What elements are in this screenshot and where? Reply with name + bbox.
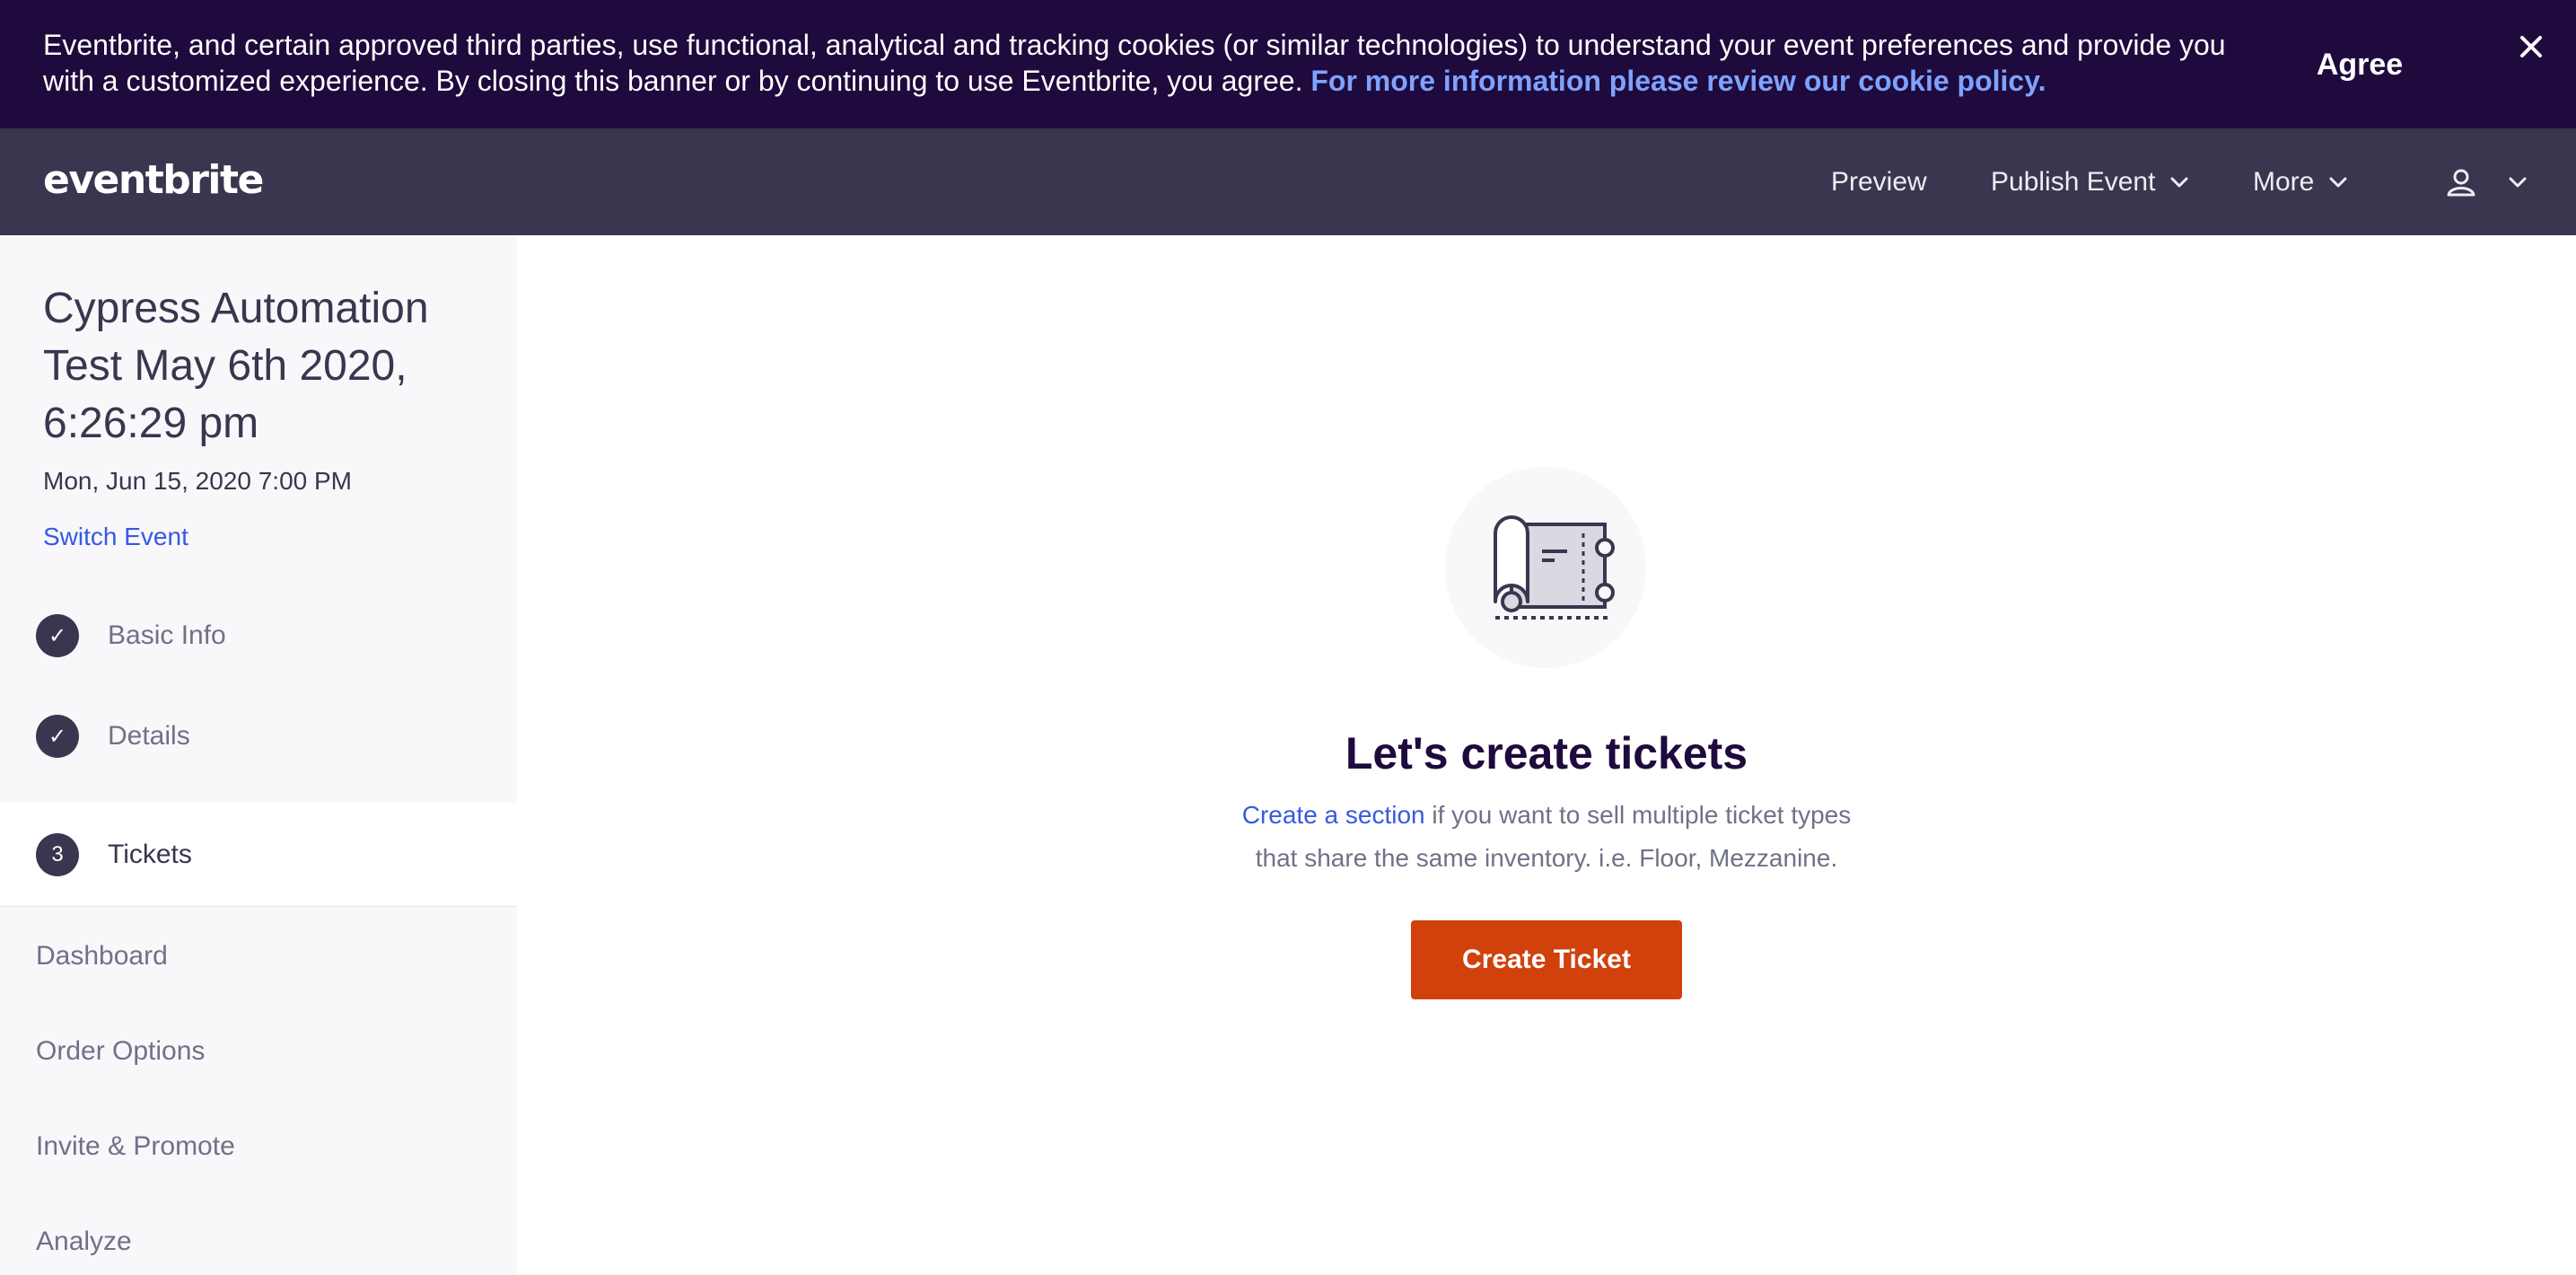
- top-nav-bar: eventbrite Preview Publish Event More: [0, 128, 2576, 235]
- preview-link[interactable]: Preview: [1831, 128, 1927, 235]
- ticket-icon: [1494, 515, 1615, 620]
- event-date: Mon, Jun 15, 2020 7:00 PM: [43, 467, 352, 495]
- sidebar-step-tickets[interactable]: 3 Tickets: [0, 803, 517, 907]
- create-ticket-button[interactable]: Create Ticket: [1411, 920, 1682, 999]
- user-icon: [2447, 169, 2475, 196]
- preview-label: Preview: [1831, 166, 1927, 197]
- sidebar-step-details[interactable]: ✓ Details: [0, 686, 517, 787]
- desc-text-2: that share the same inventory. i.e. Floo…: [1255, 844, 1838, 872]
- switch-event-link[interactable]: Switch Event: [43, 523, 188, 551]
- step-label: Tickets: [108, 839, 192, 869]
- eventbrite-logo[interactable]: eventbrite: [43, 157, 264, 203]
- sidebar: Cypress Automation Test May 6th 2020, 6:…: [0, 235, 517, 1275]
- publish-event-menu[interactable]: Publish Event: [1991, 128, 2189, 235]
- cookie-text: Eventbrite, and certain approved third p…: [43, 27, 2233, 99]
- cookie-banner: Eventbrite, and certain approved third p…: [0, 0, 2576, 128]
- page-title: Let's create tickets: [1345, 728, 1748, 778]
- tickets-description: Create a section if you want to sell mul…: [517, 794, 2576, 880]
- main-content: Let's create tickets Create a section if…: [517, 235, 2576, 1275]
- step-label: Details: [108, 721, 190, 751]
- sidebar-item-order-options[interactable]: Order Options: [36, 1036, 205, 1067]
- check-icon: ✓: [36, 614, 79, 657]
- step-number: 3: [36, 833, 79, 876]
- event-title: Cypress Automation Test May 6th 2020, 6:…: [43, 285, 429, 447]
- create-section-link[interactable]: Create a section: [1242, 801, 1425, 829]
- chevron-down-icon: [2170, 177, 2188, 187]
- more-label: More: [2253, 166, 2315, 197]
- chevron-down-icon: [2329, 177, 2347, 187]
- more-menu[interactable]: More: [2253, 128, 2348, 235]
- publish-event-label: Publish Event: [1991, 166, 2156, 197]
- desc-text-1: if you want to sell multiple ticket type…: [1424, 801, 1852, 829]
- sidebar-step-basic-info[interactable]: ✓ Basic Info: [0, 585, 517, 686]
- cookie-policy-link[interactable]: For more information please review our c…: [1310, 65, 2046, 97]
- agree-button[interactable]: Agree: [2287, 38, 2432, 92]
- check-icon: ✓: [36, 715, 79, 758]
- account-menu[interactable]: [2443, 128, 2528, 235]
- step-label: Basic Info: [108, 620, 226, 650]
- sidebar-item-analyze[interactable]: Analyze: [36, 1227, 132, 1257]
- ticket-illustration: [1445, 467, 1646, 668]
- chevron-down-icon: [2509, 177, 2527, 187]
- sidebar-item-dashboard[interactable]: Dashboard: [36, 941, 168, 972]
- sidebar-item-invite-promote[interactable]: Invite & Promote: [36, 1131, 235, 1162]
- close-icon[interactable]: [2513, 29, 2549, 65]
